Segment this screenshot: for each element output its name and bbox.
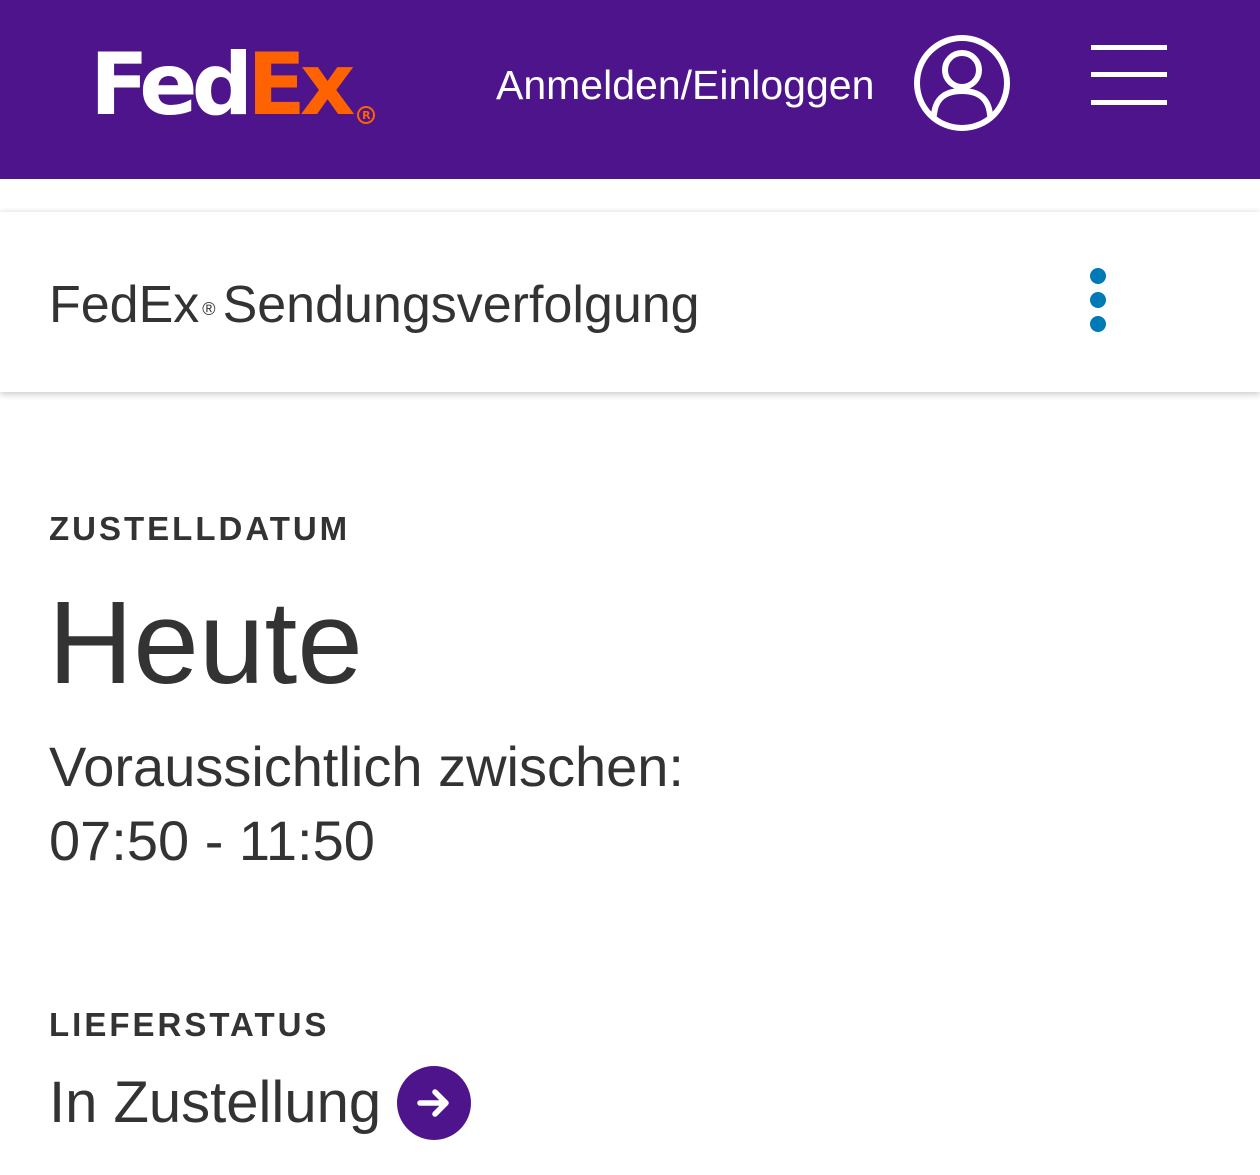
more-options-icon[interactable] [1085, 268, 1111, 332]
logo-registered-mark: R [357, 106, 376, 124]
delivery-status-label: LIEFERSTATUS [49, 1006, 330, 1043]
logo-fed-text: Fed [90, 35, 253, 135]
login-link[interactable]: Anmelden/Einloggen [496, 60, 874, 110]
page-title-rest: Sendungsverfolgung [222, 276, 700, 334]
user-account-icon[interactable] [912, 33, 1012, 133]
delivery-date-value: Heute [48, 577, 363, 709]
delivery-status-value: In Zustellung [49, 1070, 382, 1135]
delivery-time-window: 07:50 - 11:50 [49, 809, 375, 872]
hamburger-menu-icon[interactable] [1091, 45, 1167, 105]
logo-ex-text: Ex [247, 35, 355, 135]
registered-mark: ® [202, 299, 216, 319]
delivery-status-link[interactable]: In Zustellung [49, 1066, 472, 1140]
fedex-logo[interactable]: Fed Ex R [90, 35, 376, 135]
arrow-right-icon[interactable] [397, 1066, 472, 1140]
top-navigation-bar: Fed Ex R Anmelden/Einloggen [0, 0, 1260, 179]
estimate-label: Voraussichtlich zwischen: [49, 735, 684, 798]
page-title-brand: FedEx [49, 276, 200, 334]
page-title: FedEx ® Sendungsverfolgung [49, 274, 700, 336]
delivery-date-label: ZUSTELLDATUM [49, 510, 351, 547]
tracking-title-card: FedEx ® Sendungsverfolgung [0, 212, 1260, 392]
